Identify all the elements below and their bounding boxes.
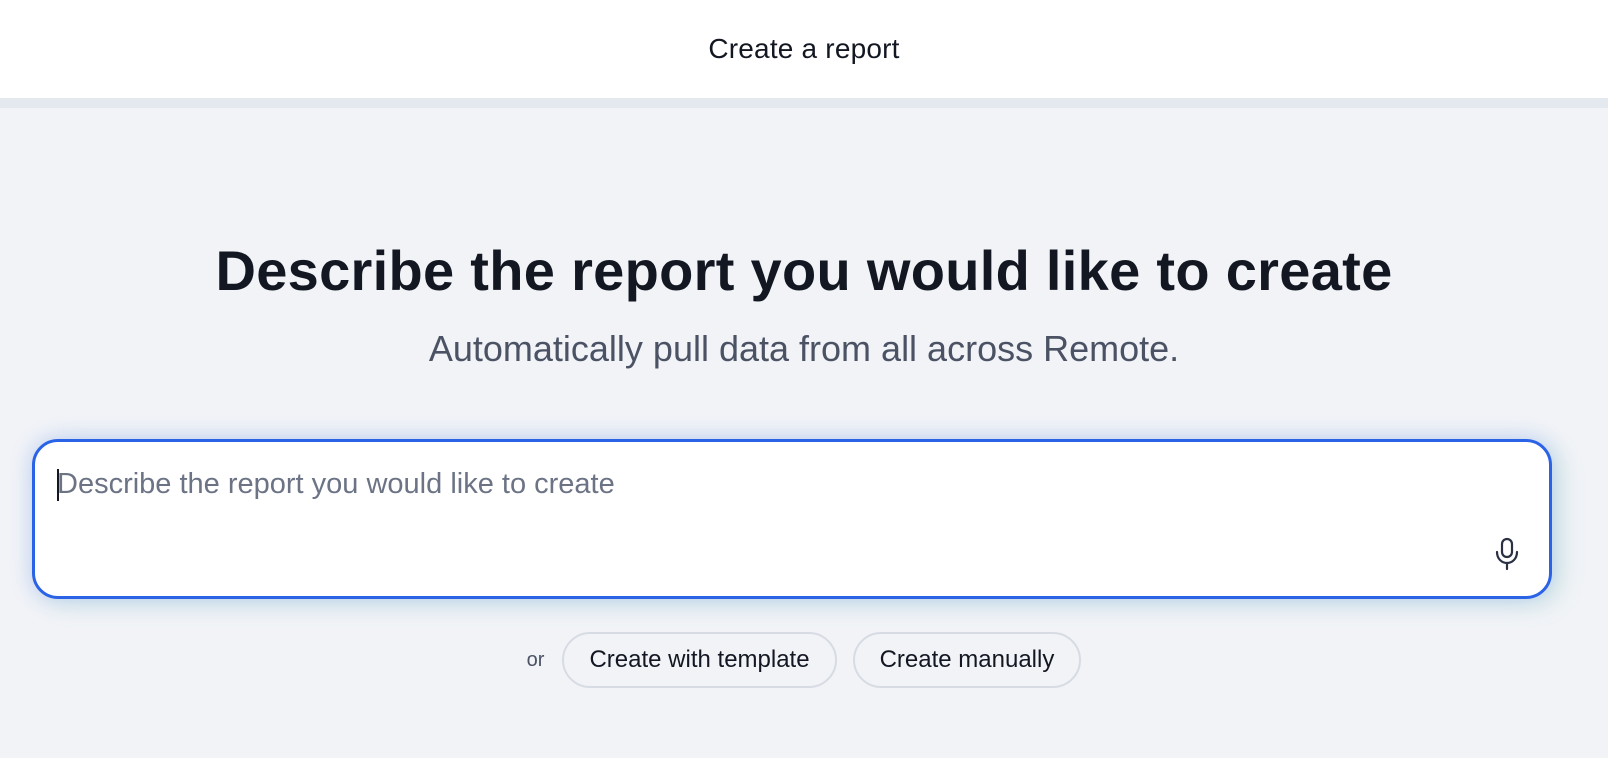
create-with-template-button[interactable]: Create with template [562,632,837,688]
hero-subheading: Automatically pull data from all across … [428,328,1180,369]
create-manually-button[interactable]: Create manually [852,632,1082,688]
microphone-icon [1495,537,1519,571]
report-description-input[interactable] [57,464,1477,504]
or-label: or [526,648,545,671]
alternative-actions: or Create with template Create manually [0,632,1608,688]
top-bar: Create a report [0,0,1608,98]
voice-input-button[interactable] [1489,534,1525,574]
report-prompt-box[interactable] [32,439,1552,599]
header-divider [0,98,1608,108]
report-creator: Describe the report you would like to cr… [0,108,1608,758]
page-title: Create a report [708,33,900,64]
hero-heading: Describe the report you would like to cr… [215,239,1393,302]
text-caret [57,469,59,501]
